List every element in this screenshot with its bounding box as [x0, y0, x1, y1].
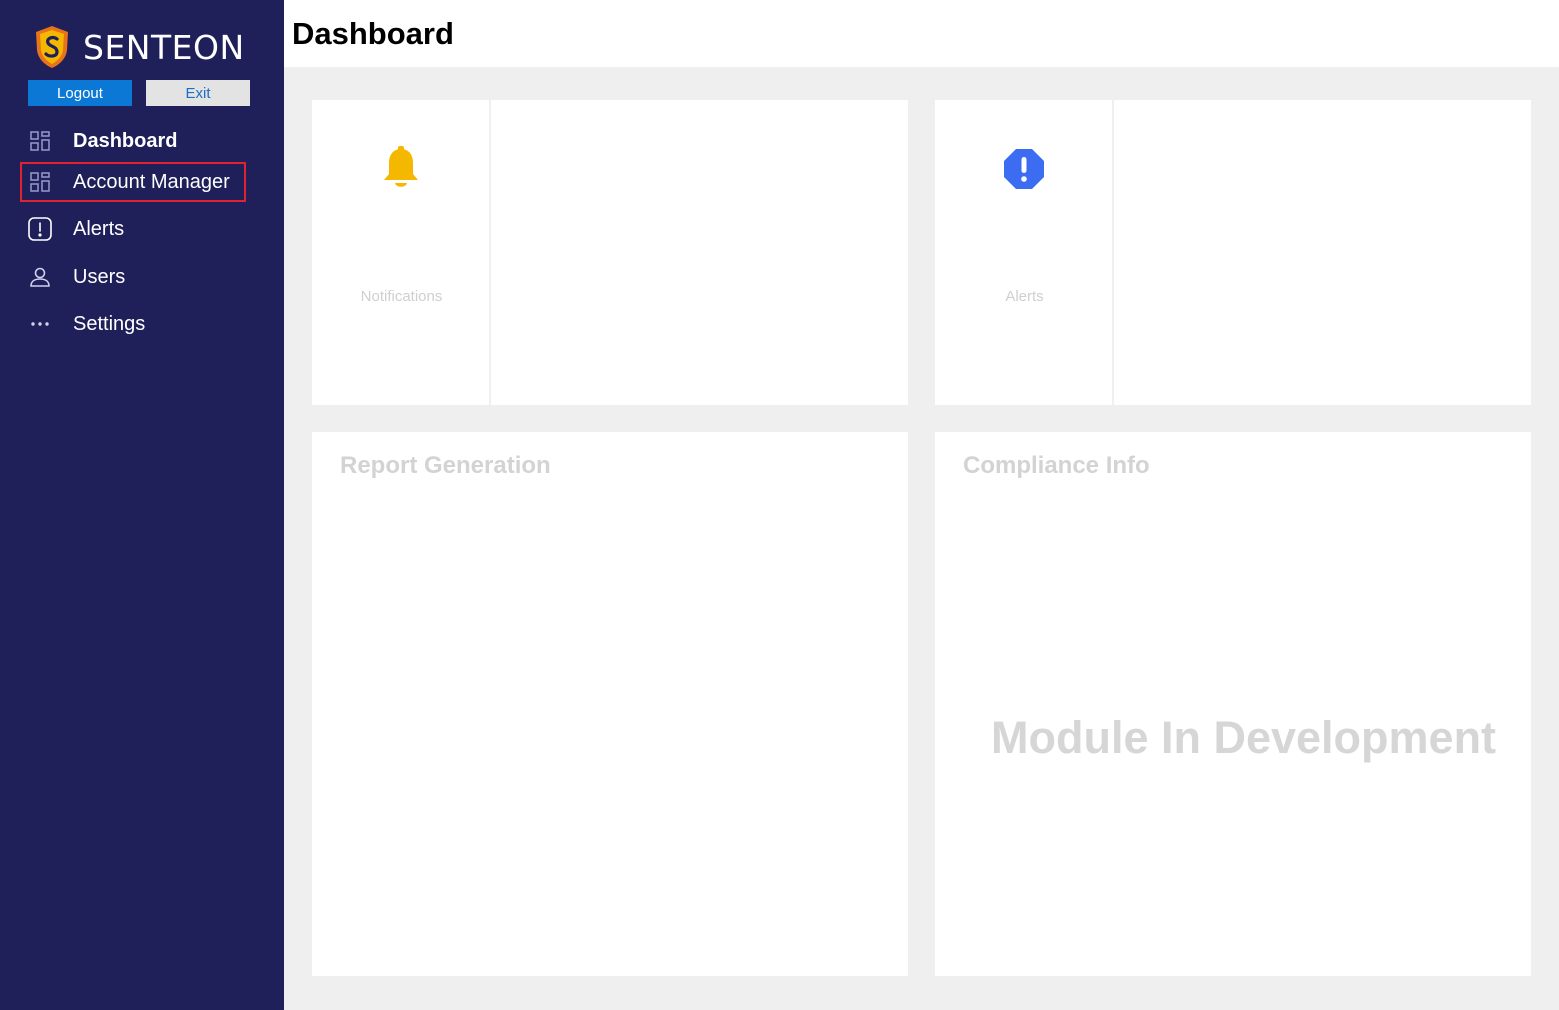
exit-button[interactable]: Exit [146, 80, 250, 106]
exclamation-octagon-icon [1003, 146, 1045, 192]
sidebar-item-label: Dashboard [73, 129, 178, 152]
sidebar-item-account-manager[interactable]: Account Manager [20, 162, 246, 202]
notifications-card[interactable]: Notifications [312, 100, 908, 405]
alerts-summary: Alerts [935, 100, 1114, 405]
module-in-development-text: Module In Development [991, 712, 1497, 763]
sidebar-item-alerts[interactable]: Alerts [20, 209, 246, 249]
alerts-label: Alerts [1005, 288, 1044, 305]
compliance-info-card: Compliance Info Module In Development [935, 432, 1531, 976]
sidebar-item-label: Account Manager [73, 170, 230, 193]
page-title: Dashboard [292, 16, 454, 51]
senteon-logo: SENTEON [33, 24, 245, 70]
alert-square-icon [20, 216, 60, 242]
report-generation-card: Report Generation [312, 432, 908, 976]
ellipsis-icon [20, 321, 60, 327]
sidebar-item-label: Users [73, 265, 126, 288]
card-title: Report Generation [340, 452, 551, 479]
bell-icon [380, 146, 422, 192]
sidebar-item-users[interactable]: Users [20, 257, 246, 297]
sidebar-item-label: Alerts [73, 217, 125, 240]
sidebar-item-label: Settings [73, 312, 146, 335]
grid-icon [20, 171, 60, 193]
user-icon [20, 266, 60, 288]
brand-name: SENTEON [83, 27, 245, 67]
sidebar-item-dashboard[interactable]: Dashboard [20, 121, 246, 161]
sidebar-item-settings[interactable]: Settings [20, 304, 246, 344]
logout-button[interactable]: Logout [28, 80, 132, 106]
shield-logo-icon [36, 26, 68, 68]
sidebar: SENTEON Logout Exit Dashboard Account Ma… [0, 0, 284, 1010]
notifications-summary: Notifications [312, 100, 491, 405]
notifications-label: Notifications [360, 288, 443, 305]
alerts-card[interactable]: Alerts [935, 100, 1531, 405]
grid-icon [20, 130, 60, 152]
card-title: Compliance Info [963, 452, 1150, 479]
page-header: Dashboard [284, 0, 1559, 67]
